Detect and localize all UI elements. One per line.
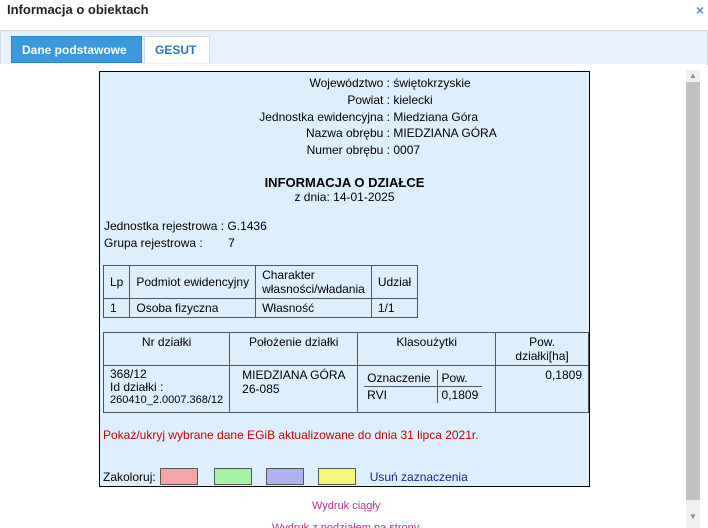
parcel-table: Nr działki Położenie działki Klasoużytki… [102, 332, 589, 413]
tab-gesut[interactable]: GESUT [144, 36, 210, 63]
color-swatch-red[interactable] [159, 468, 198, 485]
vertical-scrollbar[interactable]: ▲ ▼ [686, 70, 700, 528]
unit-value: Miedziana Góra [393, 110, 479, 124]
close-icon[interactable]: × [696, 2, 704, 18]
unit-label: Jednostka ewidencyjna : [259, 110, 390, 124]
col-charakter: Charakter własności/władania [255, 265, 372, 299]
voivodeship-row: Województwo : świętokrzyskie [100, 76, 471, 90]
precinct-name-value: MIEDZIANA GÓRA [393, 126, 497, 140]
scroll-up-arrow-icon[interactable]: ▲ [689, 71, 697, 80]
colorize-label: Zakoloruj: [103, 469, 156, 484]
precinct-number-label: Numer obrębu : [306, 143, 390, 157]
registry-unit-value: G.1436 [227, 219, 267, 233]
cell-podmiot: Osoba fizyczna [129, 298, 257, 318]
color-swatch-green[interactable] [213, 468, 252, 485]
parcel-table-header: Nr działki Położenie działki Klasoużytki… [102, 332, 589, 366]
unit-row: Jednostka ewidencyjna : Miedziana Góra [100, 110, 478, 124]
col-pow: Pow. działki[ha] [495, 332, 589, 366]
registry-unit-row: Jednostka rejestrowa : G.1436 [104, 219, 267, 233]
window-titlebar: Informacja o obiektach × [0, 0, 708, 22]
col-podmiot: Podmiot ewidencyjny [129, 265, 257, 299]
owners-table: Lp Podmiot ewidencyjny Charakter własnoś… [102, 265, 419, 318]
continuous-print-link[interactable]: Wydruk ciągły [312, 500, 380, 512]
report-date: z dnia: 14-01-2025 [294, 190, 395, 204]
parcel-id-label: Id działki : [110, 380, 164, 394]
col-udzial: Udział [370, 265, 419, 299]
col-nr-dzialki: Nr działki [102, 332, 231, 366]
registry-group-row: Grupa rejestrowa : 7 [104, 236, 235, 250]
color-swatch-yellow[interactable] [317, 468, 356, 485]
owners-table-header: Lp Podmiot ewidencyjny Charakter własnoś… [102, 265, 419, 299]
land-class-code: RVI [367, 388, 387, 402]
registry-group-value: 7 [228, 236, 235, 250]
registry-unit-label: Jednostka rejestrowa : [104, 219, 225, 233]
egib-toggle-link[interactable]: Pokaż/ukryj wybrane dane EGiB aktualizow… [103, 428, 479, 442]
cell-charakter: Własność [255, 298, 372, 318]
voivodeship-value: świętokrzyskie [393, 76, 471, 90]
scroll-down-arrow-icon[interactable]: ▼ [689, 512, 697, 521]
cell-klasouzytki: Oznaczenie Pow. RVI 0,1809 [357, 365, 497, 413]
sub-col-oznaczenie: Oznaczenie [364, 370, 438, 387]
registry-group-label: Grupa rejestrowa : [104, 236, 203, 250]
location-line-2: 26-085 [242, 382, 280, 396]
col-klasouzytki: Klasoużytki [357, 332, 497, 366]
paged-print-link[interactable]: Wydruk z podziałem na strony [272, 522, 419, 528]
precinct-name-row: Nazwa obrębu : MIEDZIANA GÓRA [100, 126, 497, 140]
precinct-number-row: Numer obrębu : 0007 [100, 143, 420, 157]
sub-col-pow: Pow. [436, 370, 483, 387]
cell-udzial: 1/1 [370, 298, 419, 318]
county-value: kielecki [393, 93, 433, 107]
clear-selection-link[interactable]: Usuń zaznaczenia [370, 470, 468, 484]
cell-polozenie: MIEDZIANA GÓRA 26-085 [229, 365, 359, 413]
tab-dane-podstawowe[interactable]: Dane podstawowe [11, 36, 142, 63]
voivodeship-label: Województwo : [309, 76, 390, 90]
window-title: Informacja o obiektach [7, 2, 149, 17]
col-lp: Lp [102, 265, 131, 299]
tab-bar: Dane podstawowe GESUT [0, 30, 708, 65]
county-label: Powiat : [347, 93, 390, 107]
table-row: 1 Osoba fizyczna Własność 1/1 [102, 298, 419, 318]
cell-lp: 1 [102, 298, 131, 318]
color-swatch-blue[interactable] [265, 468, 304, 485]
location-line-1: MIEDZIANA GÓRA [242, 368, 346, 382]
cell-pow: 0,1809 [495, 365, 589, 413]
col-polozenie: Położenie działki [229, 332, 359, 366]
parcel-info-panel: Województwo : świętokrzyskie Powiat : ki… [99, 71, 590, 487]
colorize-row: Zakoloruj: Usuń zaznaczenia [103, 468, 468, 485]
parcel-id-value: 260410_2.0007.368/12 [110, 394, 224, 406]
precinct-name-label: Nazwa obrębu : [305, 126, 390, 140]
land-class-subtable: Oznaczenie Pow. RVI 0,1809 [364, 370, 483, 403]
scrollbar-thumb[interactable] [686, 82, 700, 500]
page-title: INFORMACJA O DZIAŁCE [264, 175, 425, 190]
county-row: Powiat : kielecki [100, 93, 433, 107]
table-row: 368/12 Id działki : 260410_2.0007.368/12… [102, 365, 589, 413]
precinct-number-value: 0007 [393, 143, 421, 157]
land-class-area: 0,1809 [436, 386, 483, 403]
cell-nr-dzialki: 368/12 Id działki : 260410_2.0007.368/12 [102, 365, 231, 413]
